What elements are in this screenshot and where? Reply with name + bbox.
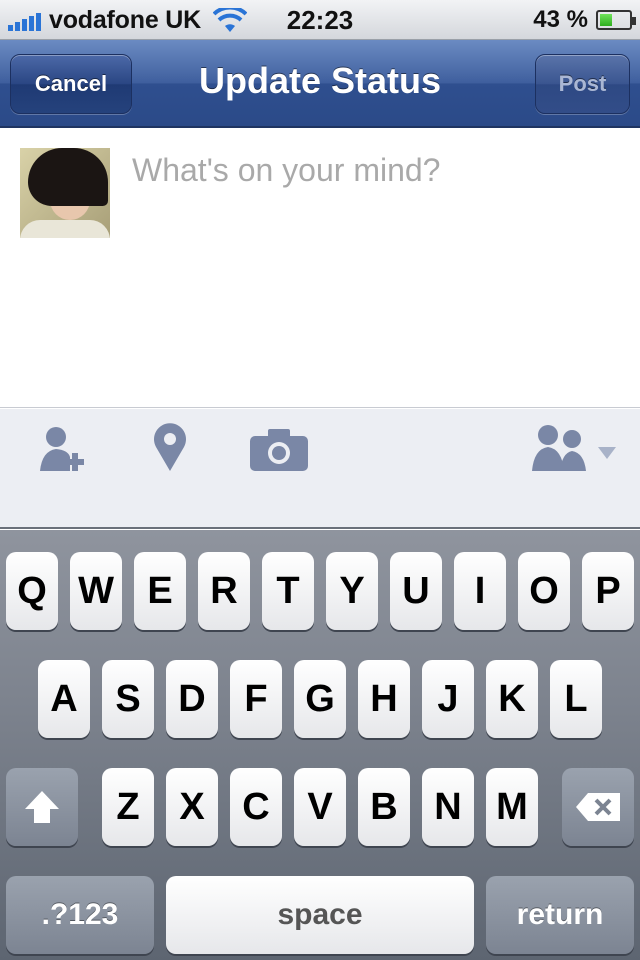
key-h[interactable]: H [358,660,410,738]
keyboard: .?123 space return QWERTYUIOP ASDFGHJKL ZX… [0,530,640,960]
key-i[interactable]: I [454,552,506,630]
avatar [20,148,110,238]
battery-level [600,14,613,26]
key-p[interactable]: P [582,552,634,630]
key-n[interactable]: N [422,768,474,846]
shift-key[interactable] [6,768,78,846]
return-key[interactable]: return [486,876,634,954]
status-bar: vodafone UK 22:23 43 % [0,0,640,40]
key-e[interactable]: E [134,552,186,630]
nav-bar: Cancel Update Status Post [0,40,640,128]
key-z[interactable]: Z [102,768,154,846]
backspace-icon [576,793,620,821]
key-c[interactable]: C [230,768,282,846]
key-d[interactable]: D [166,660,218,738]
key-m[interactable]: M [486,768,538,846]
delete-key[interactable] [562,768,634,846]
location-pin-icon[interactable] [152,423,188,473]
key-o[interactable]: O [518,552,570,630]
battery-percent: 43 % [533,6,588,33]
key-k[interactable]: K [486,660,538,738]
space-key[interactable]: space [166,876,474,954]
key-q[interactable]: Q [6,552,58,630]
key-l[interactable]: L [550,660,602,738]
key-j[interactable]: J [422,660,474,738]
key-t[interactable]: T [262,552,314,630]
key-b[interactable]: B [358,768,410,846]
compose-area[interactable]: What's on your mind? [0,130,640,408]
shift-arrow-icon [25,791,59,823]
key-w[interactable]: W [70,552,122,630]
key-r[interactable]: R [198,552,250,630]
status-input[interactable]: What's on your mind? [132,152,440,189]
key-f[interactable]: F [230,660,282,738]
tag-friends-icon[interactable] [38,423,88,473]
key-y[interactable]: Y [326,552,378,630]
attachment-toolbar [0,409,640,529]
numbers-key[interactable]: .?123 [6,876,154,954]
key-x[interactable]: X [166,768,218,846]
key-v[interactable]: V [294,768,346,846]
key-a[interactable]: A [38,660,90,738]
status-right: 43 % [533,6,636,34]
post-button[interactable]: Post [535,54,630,114]
camera-icon[interactable] [250,429,308,471]
key-s[interactable]: S [102,660,154,738]
key-u[interactable]: U [390,552,442,630]
audience-friends-icon[interactable] [530,423,620,473]
key-g[interactable]: G [294,660,346,738]
battery-icon [596,10,636,30]
